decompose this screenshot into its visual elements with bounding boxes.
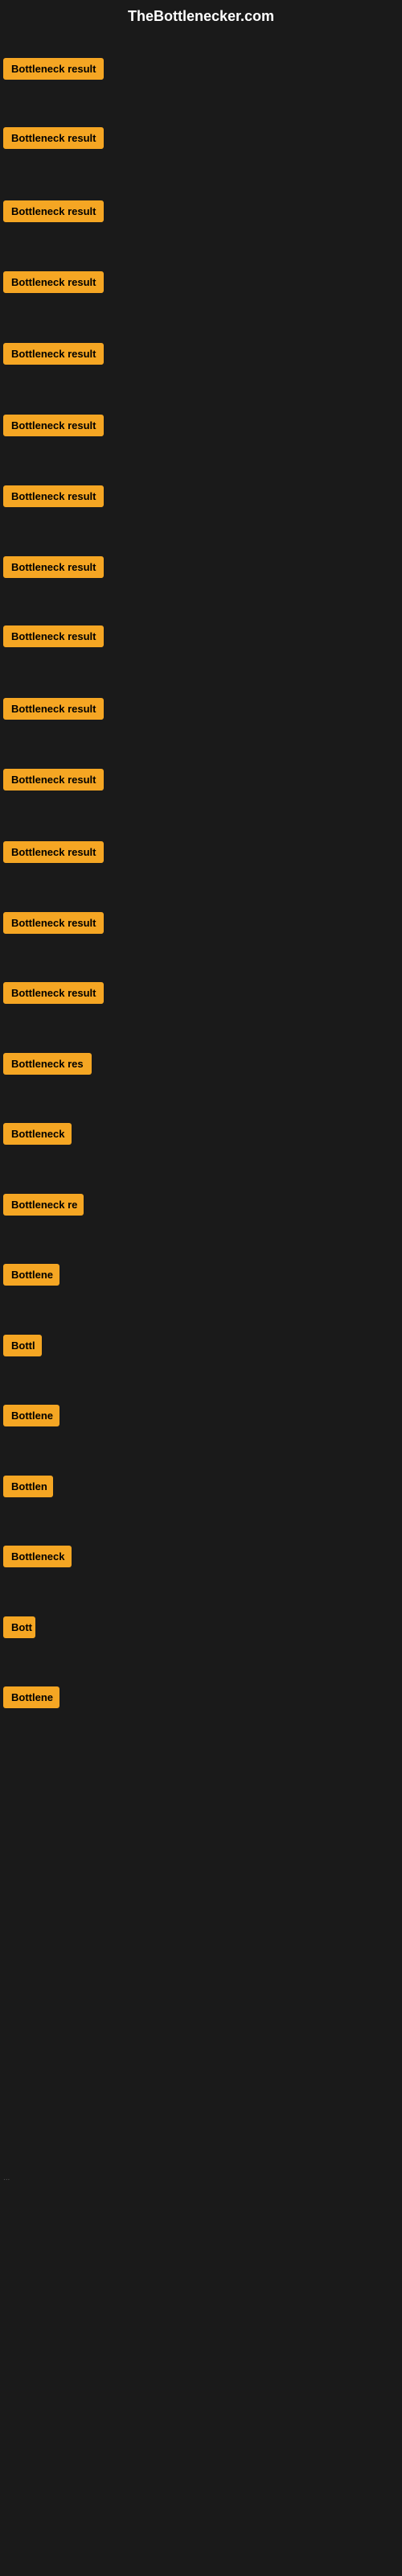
bottleneck-row: Bottleneck result: [0, 906, 402, 944]
bottleneck-row: Bottleneck result: [0, 762, 402, 801]
bottleneck-row: Bottleneck result: [0, 194, 402, 233]
bottleneck-row: Bottleneck result: [0, 336, 402, 375]
bottleneck-row: Bottlene: [0, 1398, 402, 1437]
bottleneck-row: Bottleneck result: [0, 121, 402, 159]
footer-text: ...: [3, 2174, 10, 2182]
bottleneck-row: Bottleneck result: [0, 408, 402, 447]
bottleneck-badge: Bottlene: [3, 1405, 59, 1426]
bottleneck-row: Bottleneck result: [0, 835, 402, 873]
bottleneck-row: Bottleneck res: [0, 1046, 402, 1085]
bottleneck-badge: Bottleneck result: [3, 271, 104, 293]
bottleneck-badge: Bottleneck result: [3, 415, 104, 436]
bottleneck-row: Bottleneck result: [0, 265, 402, 303]
bottleneck-badge: Bottleneck result: [3, 485, 104, 507]
bottleneck-row: Bottleneck: [0, 1117, 402, 1155]
bottleneck-badge: Bottleneck result: [3, 556, 104, 578]
bottleneck-row: Bottleneck re: [0, 1187, 402, 1226]
bottleneck-row: Bottleneck result: [0, 619, 402, 658]
bottleneck-badge: Bottleneck: [3, 1546, 72, 1567]
bottleneck-badge: Bottleneck result: [3, 343, 104, 365]
bottleneck-row: Bottleneck result: [0, 976, 402, 1014]
bottleneck-badge: Bottleneck result: [3, 841, 104, 863]
bottleneck-row: Bottl: [0, 1328, 402, 1367]
bottleneck-badge: Bottleneck result: [3, 625, 104, 647]
bottleneck-badge: Bottleneck result: [3, 58, 104, 80]
bottleneck-badge: Bottleneck result: [3, 127, 104, 149]
bottleneck-row: Bott: [0, 1610, 402, 1649]
bottleneck-badge: Bottlene: [3, 1264, 59, 1286]
bottleneck-badge: Bottleneck result: [3, 698, 104, 720]
bottleneck-badge: Bottl: [3, 1335, 42, 1356]
page-container: TheBottlenecker.com Bottleneck result Bot…: [0, 0, 402, 2576]
bottleneck-badge: Bott: [3, 1616, 35, 1638]
bottleneck-badge: Bottleneck re: [3, 1194, 84, 1216]
bottleneck-badge: Bottleneck result: [3, 200, 104, 222]
bottleneck-badge: Bottleneck result: [3, 912, 104, 934]
bottleneck-row: Bottlene: [0, 1257, 402, 1296]
bottleneck-badge: Bottleneck: [3, 1123, 72, 1145]
bottleneck-row: Bottlen: [0, 1469, 402, 1508]
bottleneck-badge: Bottleneck res: [3, 1053, 92, 1075]
bottleneck-row: Bottlene: [0, 1680, 402, 1719]
bottleneck-row: Bottleneck result: [0, 52, 402, 90]
bottleneck-row: Bottleneck result: [0, 479, 402, 518]
bottleneck-row: Bottleneck: [0, 1539, 402, 1578]
bottleneck-row: Bottleneck result: [0, 550, 402, 588]
bottleneck-badge: Bottleneck result: [3, 769, 104, 791]
bottleneck-badge: Bottlen: [3, 1476, 53, 1497]
bottleneck-badge: Bottleneck result: [3, 982, 104, 1004]
site-title: TheBottlenecker.com: [0, 0, 402, 30]
bottleneck-row: Bottleneck result: [0, 691, 402, 730]
bottleneck-badge: Bottlene: [3, 1686, 59, 1708]
